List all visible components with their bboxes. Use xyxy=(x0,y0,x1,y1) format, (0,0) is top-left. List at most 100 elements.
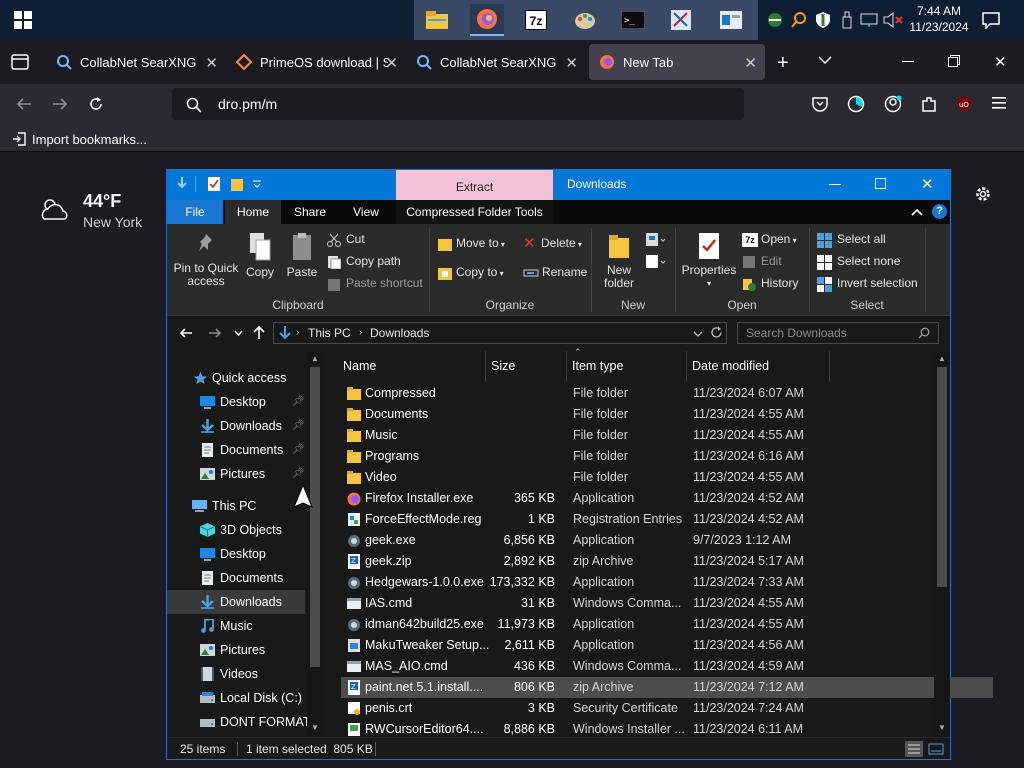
nav-pictures[interactable]: Pictures xyxy=(167,638,305,662)
url-bar[interactable]: dro.pm/m xyxy=(172,88,744,120)
delete-button[interactable]: ✕ Delete ▾ xyxy=(523,236,582,252)
refresh-icon[interactable] xyxy=(710,326,723,339)
new-folder-qat-icon[interactable] xyxy=(230,176,244,192)
scroll-down-arrow-icon[interactable]: ▼ xyxy=(938,723,946,732)
browser-tab[interactable]: CollabNet SearXNG ✕ xyxy=(46,44,226,80)
address-dropdown-chevron-icon[interactable] xyxy=(693,330,703,338)
column-divider[interactable] xyxy=(686,351,687,381)
new-folder-button[interactable]: New folder xyxy=(599,232,639,290)
search-downloads-input[interactable]: Search Downloads xyxy=(737,322,939,344)
shield-tray-icon[interactable] xyxy=(814,11,832,29)
gear-icon[interactable] xyxy=(974,185,992,203)
minimize-icon[interactable] xyxy=(902,61,914,62)
file-row[interactable]: idman642build25.exe 11,973 KB Application 1… xyxy=(341,614,993,635)
menu-hamburger-icon[interactable] xyxy=(992,97,1006,109)
file-row[interactable]: geek.exe 6,856 KB Application 9/7/2023 1:12… xyxy=(341,530,993,551)
minimize-icon[interactable] xyxy=(829,184,841,185)
select-none-button[interactable]: Select none xyxy=(817,254,900,270)
system-clock[interactable]: 7:44 AM 11/23/2024 xyxy=(905,3,973,35)
collapse-ribbon-chevron-icon[interactable] xyxy=(911,207,923,217)
tab-home[interactable]: Home xyxy=(225,200,281,224)
scroll-down-arrow-icon[interactable]: ▼ xyxy=(311,723,319,732)
nav-this-pc[interactable]: This PC xyxy=(167,494,305,518)
maximize-icon[interactable] xyxy=(875,178,886,189)
window-icon[interactable] xyxy=(714,4,748,36)
nav-videos[interactable]: Videos xyxy=(167,662,305,686)
browser-tab[interactable]: CollabNet SearXNG ✕ xyxy=(406,44,586,80)
column-header-name[interactable]: Name xyxy=(343,351,483,381)
nav-local-disk-c[interactable]: Local Disk (C:) xyxy=(167,686,305,710)
ublock-origin-icon[interactable]: uO xyxy=(955,95,973,113)
invert-selection-button[interactable]: Invert selection xyxy=(817,276,918,292)
copy-button[interactable]: Copy xyxy=(243,232,277,279)
details-view-icon[interactable] xyxy=(905,741,923,757)
nav-music[interactable]: Music xyxy=(167,614,305,638)
back-arrow-icon[interactable] xyxy=(16,97,32,111)
extensions-icon[interactable] xyxy=(920,95,938,113)
cut-button[interactable]: Cut xyxy=(327,232,365,247)
file-row[interactable]: Video File folder 11/23/2024 4:55 AM xyxy=(341,467,993,488)
help-icon[interactable]: ? xyxy=(932,204,947,219)
breadcrumb-downloads[interactable]: Downloads xyxy=(370,323,429,343)
firefox-icon[interactable] xyxy=(470,4,504,36)
close-tab-icon[interactable]: ✕ xyxy=(744,54,757,72)
file-list-scroll-thumb[interactable] xyxy=(937,367,947,587)
forward-arrow-icon[interactable] xyxy=(52,97,68,111)
column-divider[interactable] xyxy=(829,351,830,381)
file-row[interactable]: Firefox Installer.exe 365 KB Application 11… xyxy=(341,488,993,509)
volume-muted-icon[interactable] xyxy=(882,11,904,29)
display-tray-icon[interactable] xyxy=(860,11,878,29)
copy-path-button[interactable]: Copy path xyxy=(327,254,401,269)
rename-button[interactable]: Rename xyxy=(523,265,587,279)
file-row[interactable]: MAS_AIO.cmd 436 KB Windows Comma... 11/23/2… xyxy=(341,656,993,677)
file-row-selected[interactable]: Zpaint.net.5.1.install.... 806 KB zip Arch… xyxy=(341,677,993,698)
close-tab-icon[interactable]: ✕ xyxy=(385,54,398,72)
nav-quick-access[interactable]: Quick access xyxy=(167,366,305,390)
nav-3d-objects[interactable]: 3D Objects xyxy=(167,518,305,542)
copy-to-button[interactable]: Copy to ▾ xyxy=(437,265,504,280)
file-row[interactable]: Music File folder 11/23/2024 4:55 AM xyxy=(341,425,993,446)
qat-dropdown-icon[interactable] xyxy=(252,178,262,190)
list-tabs-chevron-icon[interactable] xyxy=(818,55,832,65)
7zip-icon[interactable]: 7z xyxy=(519,4,553,36)
file-row[interactable]: penis.crt 3 KB Security Certificate 11/23/2… xyxy=(341,698,993,719)
nav-scroll-thumb[interactable] xyxy=(310,367,320,667)
open-button[interactable]: 7z Open ▾ xyxy=(742,232,797,247)
import-bookmarks-button[interactable]: Import bookmarks... xyxy=(12,131,147,147)
nav-pictures-pinned[interactable]: Pictures 📌︎ xyxy=(167,462,305,486)
nav-documents-pinned[interactable]: Documents 📌︎ xyxy=(167,438,305,462)
address-bar[interactable]: › This PC › Downloads xyxy=(273,322,727,344)
pocket-icon[interactable] xyxy=(812,96,828,112)
nav-downloads-selected[interactable]: Downloads xyxy=(167,590,305,614)
browser-tab[interactable]: PrimeOS download | Se ✕ xyxy=(226,44,406,80)
nav-downloads-pinned[interactable]: Downloads 📌︎ xyxy=(167,414,305,438)
column-header-date-modified[interactable]: Date modified xyxy=(692,351,822,381)
back-arrow-icon[interactable] xyxy=(179,327,193,339)
file-list-scrollbar[interactable]: ▲ ▼ xyxy=(934,351,950,737)
select-all-button[interactable]: Select all xyxy=(817,232,886,248)
tab-share[interactable]: Share xyxy=(283,200,337,224)
new-tab-plus-icon[interactable]: + xyxy=(777,52,789,75)
close-tab-icon[interactable]: ✕ xyxy=(565,54,578,72)
nav-dont-format-drive[interactable]: DONT FORMAT ( xyxy=(167,710,318,734)
nav-desktop-pinned[interactable]: Desktop 📌︎ xyxy=(167,390,305,414)
properties-qat-icon[interactable] xyxy=(207,176,221,192)
nav-desktop[interactable]: Desktop xyxy=(167,542,305,566)
nav-documents[interactable]: Documents xyxy=(167,566,305,590)
pin-to-quick-access-button[interactable]: Pin to Quick access xyxy=(173,232,239,288)
column-header-size[interactable]: Size xyxy=(491,351,561,381)
contextual-tab-extract[interactable]: Extract xyxy=(396,170,553,200)
file-row[interactable]: Zgeek.zip 2,892 KB zip Archive 11/23/2024 5… xyxy=(341,551,993,572)
file-explorer-icon[interactable] xyxy=(420,4,454,36)
paste-button[interactable]: Paste xyxy=(285,232,319,279)
weather-city[interactable]: New York xyxy=(83,214,142,230)
move-to-button[interactable]: Move to ▾ xyxy=(437,236,505,251)
firefox-view-icon[interactable] xyxy=(11,54,29,70)
properties-button[interactable]: Properties ▾ xyxy=(681,232,737,290)
paint-icon[interactable] xyxy=(568,4,602,36)
forward-arrow-icon[interactable] xyxy=(208,327,222,339)
column-divider[interactable] xyxy=(485,351,486,381)
history-button[interactable]: History xyxy=(742,276,798,291)
file-row[interactable]: Programs File folder 11/23/2024 6:16 AM xyxy=(341,446,993,467)
weather-temperature[interactable]: 44°F xyxy=(83,191,121,212)
